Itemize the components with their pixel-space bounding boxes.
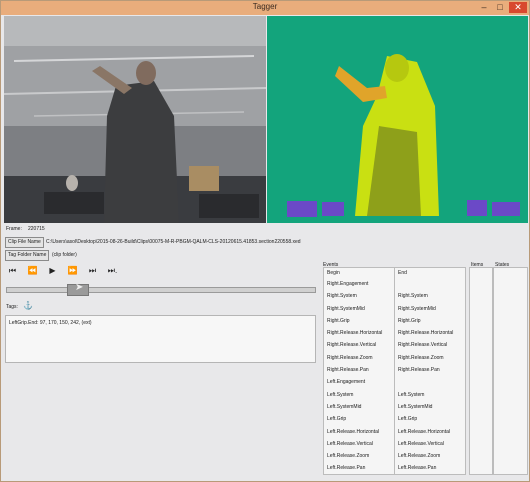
color-video-frame: [4, 16, 266, 223]
end-event-item[interactable]: [395, 376, 465, 388]
mouse-cursor-icon: ➤: [75, 282, 84, 293]
begin-event-item[interactable]: Left.Release.Pan: [324, 462, 394, 474]
end-event-item[interactable]: Right.Release.Vertical: [395, 339, 465, 351]
begin-event-item[interactable]: Right.Release.Vertical: [324, 339, 394, 351]
end-event-item[interactable]: Left.Release.Horizontal: [395, 426, 465, 438]
end-event-item[interactable]: Left.Release.Zoom: [395, 450, 465, 462]
play-button[interactable]: ▶: [47, 266, 58, 275]
tags-label: Tags:: [6, 304, 18, 310]
end-event-item[interactable]: Left.Release.Pan: [395, 462, 465, 474]
begin-event-item[interactable]: Right.Release.Zoom: [324, 352, 394, 364]
end-event-item[interactable]: Right.SystemMid: [395, 303, 465, 315]
skip-to-start-button[interactable]: ⏮: [7, 266, 18, 275]
end-event-item[interactable]: Left.Release.Vertical: [395, 438, 465, 450]
tag-folder-value: (clip folder): [52, 252, 77, 258]
skip-to-end-button[interactable]: ⏭: [87, 266, 98, 275]
begin-event-item[interactable]: Right.Release.Horizontal: [324, 327, 394, 339]
items-list[interactable]: [469, 267, 493, 475]
states-list[interactable]: [493, 267, 528, 475]
end-event-item[interactable]: Right.Grip: [395, 315, 465, 327]
end-header: End: [398, 270, 407, 276]
tag-folder-name-button[interactable]: Tag Folder Name: [5, 250, 50, 261]
end-event-item[interactable]: Left.System: [395, 389, 465, 401]
events-begin-list: Begin Right.Engagement Right.System Right.…: [323, 267, 395, 475]
begin-event-item[interactable]: Left.SystemMid: [324, 401, 394, 413]
timeline-slider[interactable]: [6, 287, 316, 293]
color-video-view: [4, 16, 266, 223]
end-event-item[interactable]: Left.SystemMid: [395, 401, 465, 413]
end-event-item[interactable]: Left.Grip: [395, 413, 465, 425]
add-tag-icon[interactable]: ⚓: [23, 301, 33, 310]
frame-label: Frame:: [6, 226, 22, 232]
end-event-item[interactable]: [395, 278, 465, 290]
tags-list[interactable]: LeftGrip.End: 97, 170, 150, 242, (ext): [5, 315, 316, 363]
events-end-list: End Right.System Right.SystemMid Right.Gri…: [394, 267, 466, 475]
end-event-item[interactable]: Right.Release.Zoom: [395, 352, 465, 364]
begin-event-item[interactable]: Left.Release.Vertical: [324, 438, 394, 450]
begin-event-item[interactable]: Right.Release.Pan: [324, 364, 394, 376]
clip-file-name-button[interactable]: Clip File Name: [5, 237, 44, 248]
rewind-button[interactable]: ⏪: [27, 266, 38, 275]
begin-event-item[interactable]: Right.Grip: [324, 315, 394, 327]
close-icon[interactable]: ✕: [509, 2, 527, 13]
clip-file-path: C:\Users\asol\Desktop\2015-08-26-Build\C…: [46, 239, 301, 245]
tag-entry[interactable]: LeftGrip.End: 97, 170, 150, 242, (ext): [9, 320, 92, 326]
begin-event-item[interactable]: Left.Engagement: [324, 376, 394, 388]
tagger-window: Tagger – □ ✕ Frame: 220715 Clip File Nam…: [0, 0, 530, 482]
begin-event-item[interactable]: Left.Grip: [324, 413, 394, 425]
begin-event-item[interactable]: Left.Release.Zoom: [324, 450, 394, 462]
window-title: Tagger: [252, 2, 278, 11]
maximize-icon[interactable]: □: [493, 2, 507, 13]
frame-value: 220715: [28, 226, 45, 232]
minimize-icon[interactable]: –: [477, 2, 491, 13]
begin-event-item[interactable]: Right.SystemMid: [324, 303, 394, 315]
begin-event-item[interactable]: Right.System: [324, 290, 394, 302]
title-bar: Tagger – □ ✕: [1, 1, 529, 15]
begin-event-item[interactable]: Right.Engagement: [324, 278, 394, 290]
step-forward-button[interactable]: ⏭.: [107, 266, 118, 275]
end-event-item[interactable]: Right.System: [395, 290, 465, 302]
depth-frame: [267, 16, 528, 223]
depth-view: [267, 16, 528, 223]
end-event-item[interactable]: Right.Release.Horizontal: [395, 327, 465, 339]
begin-header: Begin: [327, 270, 340, 276]
begin-event-item[interactable]: Left.System: [324, 389, 394, 401]
begin-event-item[interactable]: Left.Release.Horizontal: [324, 426, 394, 438]
fast-forward-button[interactable]: ⏩: [67, 266, 78, 275]
end-event-item[interactable]: Right.Release.Pan: [395, 364, 465, 376]
